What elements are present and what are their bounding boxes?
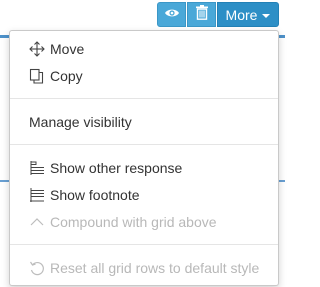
menu-item-show-footnote[interactable]: Show footnote xyxy=(10,184,278,206)
menu-item-label: Compound with grid above xyxy=(50,214,217,230)
menu-item-label: Reset all grid rows to default style xyxy=(50,260,260,276)
more-button-label: More xyxy=(225,6,258,23)
eye-icon xyxy=(164,6,180,24)
move-arrows-icon xyxy=(29,41,45,57)
menu-divider xyxy=(10,244,278,245)
caret-down-icon xyxy=(262,13,271,18)
reset-icon xyxy=(29,260,45,276)
menu-item-move[interactable]: Move xyxy=(10,38,278,60)
view-button[interactable] xyxy=(157,2,186,27)
delete-button[interactable] xyxy=(187,2,216,27)
menu-divider xyxy=(10,144,278,145)
list-rows-icon xyxy=(29,160,45,176)
question-toolbar: More xyxy=(157,2,279,27)
menu-item-manage-visibility[interactable]: Manage visibility xyxy=(10,111,278,133)
menu-item-label: Show other response xyxy=(50,160,183,176)
menu-item-show-other-response[interactable]: Show other response xyxy=(10,157,278,179)
copy-icon xyxy=(29,68,45,84)
menu-item-compound-with-grid-above: Compound with grid above xyxy=(10,211,278,233)
menu-item-label: Copy xyxy=(50,68,83,84)
chevron-up-icon xyxy=(29,214,45,230)
menu-item-copy[interactable]: Copy xyxy=(10,65,278,87)
more-button[interactable]: More xyxy=(217,2,279,27)
menu-item-label: Manage visibility xyxy=(29,114,132,130)
menu-item-label: Show footnote xyxy=(50,187,140,203)
trash-icon xyxy=(195,4,208,25)
menu-item-reset-grid-rows: Reset all grid rows to default style xyxy=(10,257,278,279)
menu-item-label: Move xyxy=(50,41,85,57)
menu-divider xyxy=(10,98,278,99)
footnote-icon xyxy=(29,187,45,203)
more-menu: Move Copy Manage visibility Show other r… xyxy=(9,30,279,286)
